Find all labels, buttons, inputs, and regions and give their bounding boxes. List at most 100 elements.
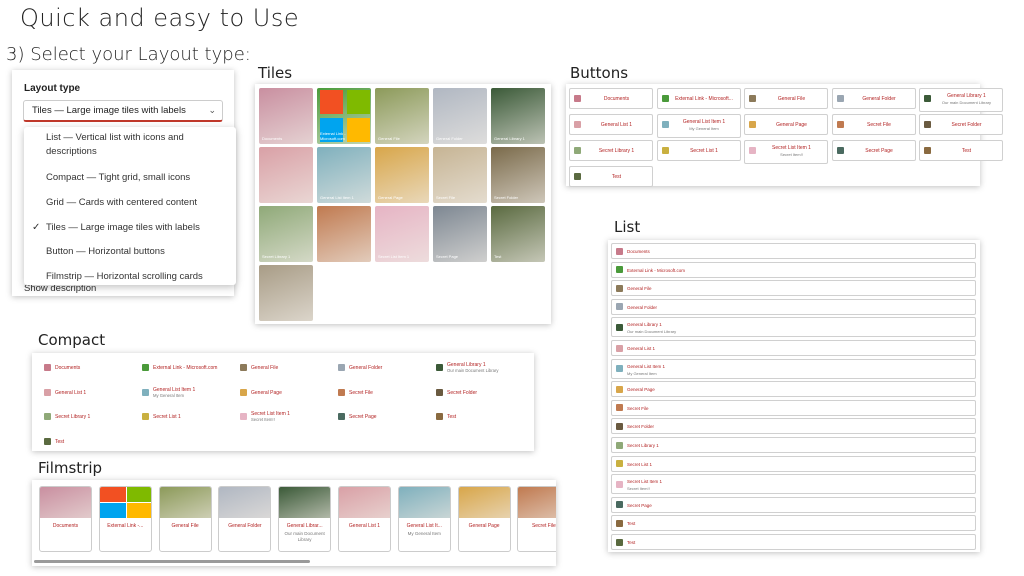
list-item[interactable]: Test xyxy=(611,515,976,532)
layout-option[interactable]: ✓ Tiles — Large image tiles with labels xyxy=(24,221,236,235)
image-tile[interactable]: General File xyxy=(375,88,429,144)
layout-button[interactable]: Test xyxy=(569,166,653,187)
list-item[interactable]: Secret List 1 xyxy=(611,455,976,472)
filmstrip-card[interactable]: Secret File xyxy=(517,486,556,552)
tile-caption: General Folder xyxy=(436,136,463,141)
compact-item[interactable]: General File xyxy=(240,361,335,375)
card-title: Documents xyxy=(52,523,79,529)
list-item[interactable]: Secret Page xyxy=(611,496,976,513)
compact-item[interactable]: Secret File xyxy=(338,386,433,400)
layout-button[interactable]: General File xyxy=(744,88,828,109)
list-item[interactable]: Secret Library 1 xyxy=(611,437,976,453)
layout-option[interactable]: Compact — Tight grid, small icons xyxy=(24,171,236,185)
layout-option-label: Tiles — Large image tiles with labels xyxy=(46,222,200,233)
layout-button[interactable]: General Page xyxy=(744,114,828,135)
layout-button[interactable]: Documents xyxy=(569,88,653,109)
filmstrip-card[interactable]: General Page xyxy=(457,486,511,552)
list-item[interactable]: External Link - Microsoft.com xyxy=(611,261,976,278)
list-item[interactable]: General Library 1 Our main Document Libra… xyxy=(611,317,976,338)
compact-heading: Compact xyxy=(38,331,106,349)
list-item[interactable]: Secret Folder xyxy=(611,418,976,435)
compact-item[interactable]: General Folder xyxy=(338,361,433,375)
list-item[interactable]: General List 1 xyxy=(611,340,976,356)
compact-item[interactable]: General List Item 1 My General Item xyxy=(142,386,237,400)
layout-button[interactable]: Secret Page xyxy=(831,140,916,161)
image-tile[interactable]: General Page xyxy=(375,147,429,203)
item-icon xyxy=(616,501,623,509)
compact-item[interactable]: General List 1 xyxy=(44,386,139,400)
layout-option[interactable]: Grid — Cards with centered content xyxy=(24,196,236,210)
button-label: Secret Page xyxy=(865,148,893,154)
filmstrip-card[interactable]: General File xyxy=(158,486,212,552)
layout-button[interactable]: Secret Library 1 xyxy=(569,140,653,161)
image-tile[interactable]: Secret Folder xyxy=(491,147,545,203)
image-tile[interactable]: Secret Page xyxy=(433,206,487,262)
layout-button[interactable]: General Folder xyxy=(831,88,916,109)
microsoft-logo-square xyxy=(347,90,370,114)
compact-item[interactable]: Test xyxy=(436,410,531,424)
compact-item[interactable]: General Library 1 Our main Document Libra… xyxy=(436,361,531,375)
filmstrip-card[interactable]: General List 1 xyxy=(338,486,391,552)
image-tile[interactable] xyxy=(259,265,313,321)
layout-button[interactable]: Secret List Item 1 Secret Item!! xyxy=(744,140,828,164)
layout-button[interactable]: General Library 1 Our main Document Libra… xyxy=(919,88,1003,112)
item-icon xyxy=(616,480,623,488)
image-tile[interactable]: External Link - Microsoft.com xyxy=(317,88,371,144)
tile-caption: Test xyxy=(494,254,502,259)
layout-button[interactable]: General List 1 xyxy=(569,114,653,135)
list-item[interactable]: Secret File xyxy=(611,399,976,416)
layout-option[interactable]: Button — Horizontal buttons xyxy=(24,245,236,259)
filmstrip-card[interactable]: Documents xyxy=(39,486,92,552)
image-tile[interactable]: Documents xyxy=(259,88,313,144)
list-item[interactable]: General List Item 1 My General Item xyxy=(611,358,976,379)
image-tile[interactable]: Secret List Item 1 xyxy=(375,206,429,262)
image-tile[interactable]: General List Item 1 xyxy=(317,147,371,203)
layout-option[interactable]: List — Vertical list with icons and descr… xyxy=(24,131,236,159)
list-item[interactable]: Test xyxy=(611,534,976,550)
layout-button[interactable]: Test xyxy=(919,140,1003,161)
list-item[interactable]: General Folder xyxy=(611,298,976,315)
image-tile[interactable]: General Library 1 xyxy=(491,88,545,144)
compact-item[interactable]: Secret Page xyxy=(338,410,433,424)
list-item[interactable]: Documents xyxy=(611,243,976,259)
item-icon xyxy=(338,364,345,371)
image-tile[interactable]: Test xyxy=(491,206,545,262)
compact-item-label: Secret Library 1 xyxy=(55,414,91,420)
compact-item[interactable]: Secret List 1 xyxy=(142,410,237,424)
filmstrip-scrollbar[interactable] xyxy=(34,560,310,563)
layout-type-select[interactable]: Tiles — Large image tiles with labels ⌄ xyxy=(23,100,223,122)
layout-button[interactable]: Secret File xyxy=(831,114,916,135)
filmstrip-card[interactable]: General Folder xyxy=(218,486,272,552)
main-title: Quick and easy to Use xyxy=(20,4,300,32)
layout-button[interactable]: Secret List 1 xyxy=(656,140,741,161)
tile-caption: Secret Folder xyxy=(494,195,519,200)
image-tile[interactable]: General Folder xyxy=(433,88,487,144)
list-item[interactable]: General Page xyxy=(611,381,976,398)
filmstrip-card[interactable]: External Link -... xyxy=(98,486,152,552)
compact-item[interactable]: Test xyxy=(44,435,139,449)
list-item[interactable]: Secret List Item 1 Secret Item!! xyxy=(611,474,976,495)
compact-item[interactable]: Secret Library 1 xyxy=(44,410,139,424)
layout-button[interactable]: General List Item 1 My General Item xyxy=(656,114,741,138)
button-label: General List Item 1 xyxy=(682,119,726,125)
compact-item[interactable]: General Page xyxy=(240,386,335,400)
image-tile[interactable]: Secret Library 1 xyxy=(259,206,313,262)
image-tile[interactable]: Secret File xyxy=(433,147,487,203)
list-item-label: Secret Library 1 xyxy=(627,443,659,448)
layout-option[interactable]: Filmstrip — Horizontal scrolling cards xyxy=(24,270,236,284)
image-tile[interactable] xyxy=(317,206,371,262)
compact-item[interactable]: Secret List Item 1 Secret Item!! xyxy=(240,410,335,424)
layout-settings-panel: Layout type Tiles — Large image tiles wi… xyxy=(12,70,236,296)
compact-item[interactable]: External Link - Microsoft.com xyxy=(142,361,237,375)
layout-button[interactable]: Secret Folder xyxy=(919,114,1003,135)
list-item[interactable]: General File xyxy=(611,280,976,297)
image-tile[interactable] xyxy=(259,147,313,203)
filmstrip-card[interactable]: General Librar... Our main Document Libra… xyxy=(278,486,332,552)
buttons-heading: Buttons xyxy=(570,64,629,82)
compact-item[interactable]: Secret Folder xyxy=(436,386,531,400)
card-image xyxy=(458,487,510,518)
layout-button[interactable]: External Link - Microsoft... xyxy=(656,88,741,109)
compact-item[interactable]: Documents xyxy=(44,361,139,375)
filmstrip-card[interactable]: General List It... My General Item xyxy=(397,486,451,552)
chevron-down-icon[interactable]: ⌄ xyxy=(208,105,216,116)
